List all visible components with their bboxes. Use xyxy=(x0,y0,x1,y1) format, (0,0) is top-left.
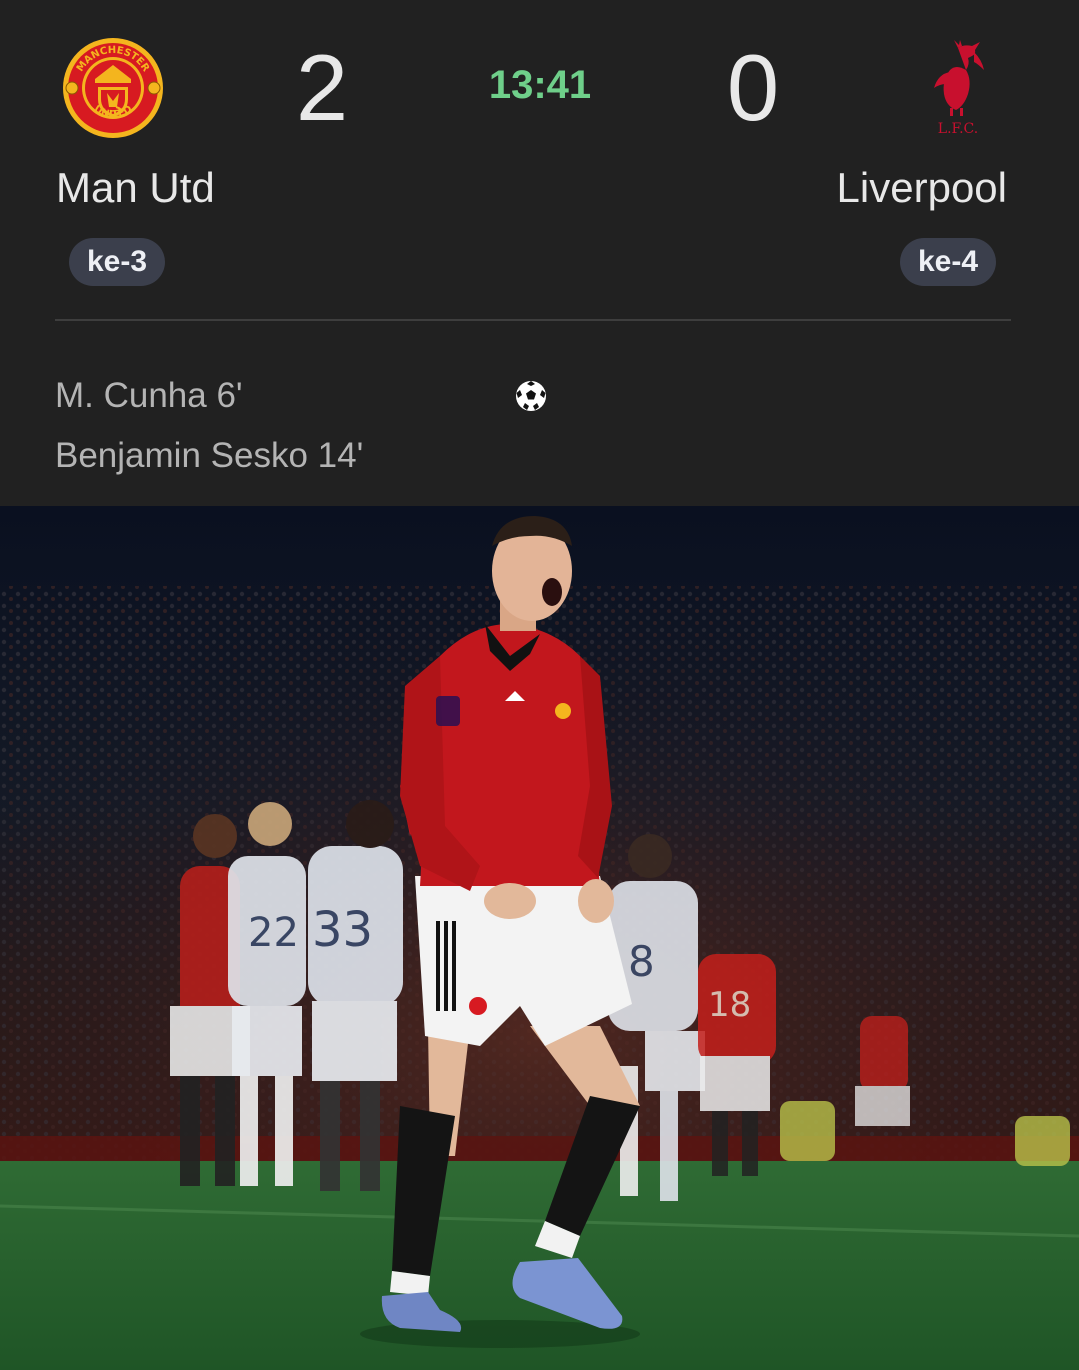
man-utd-crest-icon: MANCHESTER UNITED xyxy=(60,35,166,141)
away-rank-badge: ke-4 xyxy=(899,238,996,286)
player-celebration-photo: 22 33 8 18 xyxy=(0,506,1079,1370)
away-score: 0 xyxy=(726,35,780,140)
home-team-name: Man Utd xyxy=(56,164,215,211)
home-goal-scorers: M. Cunha 6' Benjamin Sesko 14' xyxy=(55,366,363,486)
jersey-number: 22 xyxy=(248,910,299,956)
match-clock: 13:41 xyxy=(488,63,592,107)
match-scoreboard[interactable]: MANCHESTER UNITED 2 13:41 0 L.F.C. Man U… xyxy=(0,0,1079,506)
jersey-number: 18 xyxy=(708,985,751,1025)
jersey-number: 8 xyxy=(628,937,655,986)
background-player xyxy=(855,1016,910,1126)
crest-away-text: L.F.C. xyxy=(938,121,978,136)
goal-scorer-item: M. Cunha 6' xyxy=(55,376,243,415)
away-team-name: Liverpool xyxy=(836,164,1007,211)
home-score: 2 xyxy=(295,35,349,140)
goal-scorer-item: Benjamin Sesko 14' xyxy=(55,436,364,475)
liverpool-crest-icon: L.F.C. xyxy=(928,40,988,137)
soccer-ball-icon xyxy=(514,379,548,413)
jersey-number: 33 xyxy=(312,902,373,958)
home-rank-badge: ke-3 xyxy=(69,238,166,286)
divider xyxy=(55,319,1011,321)
